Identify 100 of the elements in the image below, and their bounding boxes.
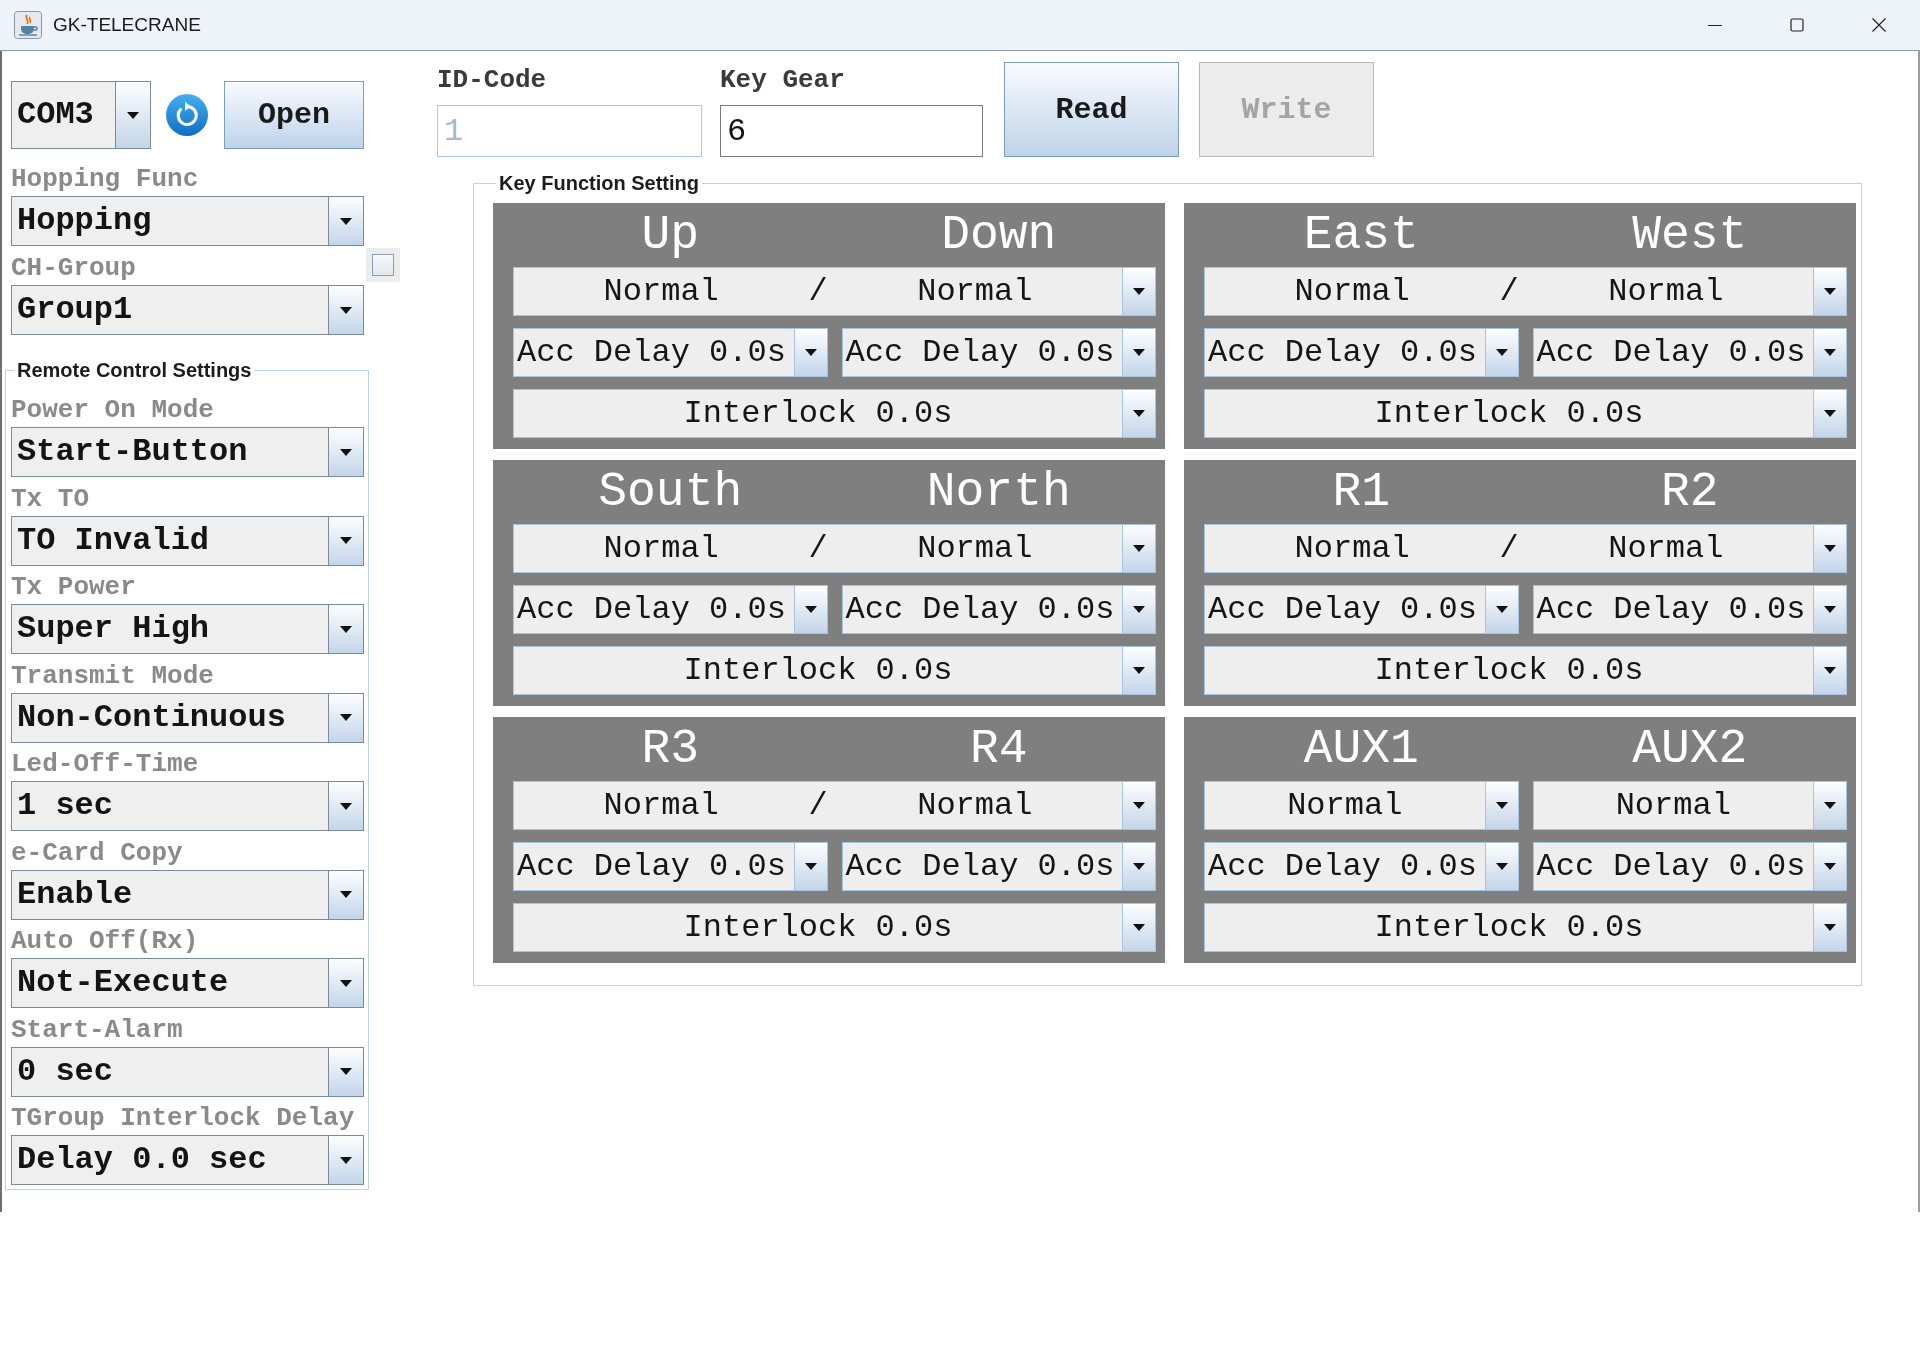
caret-icon[interactable]	[1484, 782, 1518, 829]
caret-icon[interactable]	[1122, 843, 1155, 890]
field-label: TGroup Interlock Delay	[11, 1106, 356, 1135]
caret-icon[interactable]	[328, 286, 363, 334]
dropdown[interactable]: 1 sec	[11, 781, 364, 831]
dropdown[interactable]: Interlock 0.0s	[513, 903, 1156, 952]
dropdown[interactable]: Interlock 0.0s	[1204, 903, 1847, 952]
caret-icon[interactable]	[1122, 390, 1155, 437]
caret-icon[interactable]	[1122, 782, 1155, 829]
dropdown[interactable]: Normal / Normal	[513, 524, 1156, 573]
caret-icon[interactable]	[793, 329, 827, 376]
group-title: Remote Control Settings	[16, 358, 253, 382]
caret-icon[interactable]	[1122, 904, 1155, 951]
field-label: CH-Group	[11, 256, 136, 285]
caret-icon[interactable]	[328, 782, 363, 830]
caret-icon[interactable]	[328, 197, 363, 245]
dropdown[interactable]: Normal / Normal	[513, 781, 1156, 830]
caret-icon[interactable]	[328, 605, 363, 653]
read-button[interactable]: Read	[1004, 62, 1179, 157]
dropdown[interactable]: Interlock 0.0s	[1204, 646, 1847, 695]
text-field[interactable]: 6	[720, 105, 983, 157]
caret-icon[interactable]	[328, 870, 363, 919]
caret-icon[interactable]	[1813, 268, 1846, 315]
caret-icon[interactable]	[1122, 647, 1155, 694]
key-label: AUX2	[1631, 721, 1749, 778]
caret-icon[interactable]	[1813, 390, 1846, 437]
dropdown[interactable]: Acc Delay 0.0s	[1204, 842, 1519, 891]
caret-icon[interactable]	[1813, 647, 1846, 694]
caret-icon[interactable]	[1122, 268, 1155, 315]
caret-icon[interactable]	[1122, 329, 1155, 376]
field-label: Key Gear	[720, 68, 846, 92]
field-label: ID-Code	[437, 68, 548, 92]
dropdown[interactable]: Interlock 0.0s	[1204, 389, 1847, 438]
field-label: Transmit Mode	[11, 663, 215, 693]
caret-icon[interactable]	[793, 586, 827, 633]
caret-icon[interactable]	[793, 843, 827, 890]
caret-icon[interactable]	[1122, 525, 1155, 572]
dropdown[interactable]: 0 sec	[11, 1046, 364, 1097]
field-label: Hopping Func	[11, 167, 200, 196]
dropdown[interactable]: Acc Delay 0.0s	[513, 842, 828, 891]
caret-icon[interactable]	[1484, 843, 1518, 890]
dropdown[interactable]: Acc Delay 0.0s	[1204, 328, 1519, 377]
port-dropdown[interactable]: COM3	[11, 81, 151, 149]
dropdown[interactable]: Acc Delay 0.0s	[841, 328, 1156, 377]
dropdown[interactable]: Normal / Normal	[513, 267, 1156, 316]
caret-icon[interactable]	[328, 1047, 363, 1096]
caret-icon[interactable]	[1813, 329, 1846, 376]
field-label: Power On Mode	[11, 398, 215, 427]
dropdown[interactable]: Interlock 0.0s	[513, 646, 1156, 695]
dropdown[interactable]: Hopping	[11, 196, 364, 246]
dropdown[interactable]: TO Invalid	[11, 515, 364, 566]
caret-icon[interactable]	[1484, 586, 1518, 633]
caret-icon[interactable]	[328, 1136, 363, 1184]
caret-icon[interactable]	[1813, 782, 1846, 829]
field-label: Start-Alarm	[11, 1017, 184, 1047]
dropdown[interactable]: Acc Delay 0.0s	[513, 328, 828, 377]
caret-icon[interactable]	[328, 428, 363, 476]
dropdown[interactable]: Normal / Normal	[1204, 524, 1847, 573]
dropdown[interactable]: Non-Continuous	[11, 692, 364, 743]
dropdown[interactable]: Acc Delay 0.0s	[1204, 585, 1519, 634]
dropdown[interactable]: Group1	[11, 285, 364, 335]
close-icon[interactable]	[1872, 18, 1886, 32]
key-label: R3	[640, 721, 701, 778]
dropdown[interactable]: Super High	[11, 604, 364, 654]
field-label: Auto Off(Rx)	[11, 929, 200, 958]
caret-icon[interactable]	[1122, 586, 1155, 633]
key-label: Down	[940, 207, 1058, 264]
checkbox[interactable]	[366, 248, 400, 282]
key-label: Up	[640, 207, 701, 264]
dropdown[interactable]: Delay 0.0 sec	[11, 1135, 364, 1185]
key-label: West	[1631, 207, 1749, 264]
dropdown[interactable]: Start-Button	[11, 427, 364, 477]
field-label: Tx TO	[11, 486, 90, 516]
field-label: Led-Off-Time	[11, 752, 200, 781]
dropdown[interactable]: Acc Delay 0.0s	[1532, 328, 1847, 377]
dropdown[interactable]: Normal	[1532, 781, 1847, 830]
dropdown[interactable]: Acc Delay 0.0s	[841, 585, 1156, 634]
caret-icon[interactable]	[1813, 904, 1846, 951]
caret-icon[interactable]	[1813, 525, 1846, 572]
dropdown[interactable]: Acc Delay 0.0s	[513, 585, 828, 634]
caret-icon[interactable]	[328, 516, 363, 565]
group-title: Key Function Setting	[498, 171, 700, 195]
dropdown[interactable]: Normal	[1204, 781, 1519, 830]
key-label: R4	[968, 721, 1029, 778]
caret-icon[interactable]	[328, 693, 363, 742]
maximize-icon[interactable]	[1790, 18, 1804, 32]
dropdown[interactable]: Interlock 0.0s	[513, 389, 1156, 438]
dropdown[interactable]: Acc Delay 0.0s	[1532, 842, 1847, 891]
key-label: R1	[1331, 464, 1392, 521]
caret-icon[interactable]	[1813, 843, 1846, 890]
caret-icon[interactable]	[1484, 329, 1518, 376]
dropdown[interactable]: Not-Execute	[11, 958, 364, 1008]
dropdown[interactable]: Enable	[11, 869, 364, 920]
open-button[interactable]: Open	[224, 81, 364, 149]
dropdown[interactable]: Acc Delay 0.0s	[841, 842, 1156, 891]
dropdown[interactable]: Acc Delay 0.0s	[1532, 585, 1847, 634]
caret-icon[interactable]	[1813, 586, 1846, 633]
field-label: Tx Power	[11, 575, 137, 604]
caret-icon[interactable]	[328, 959, 363, 1007]
dropdown[interactable]: Normal / Normal	[1204, 267, 1847, 316]
